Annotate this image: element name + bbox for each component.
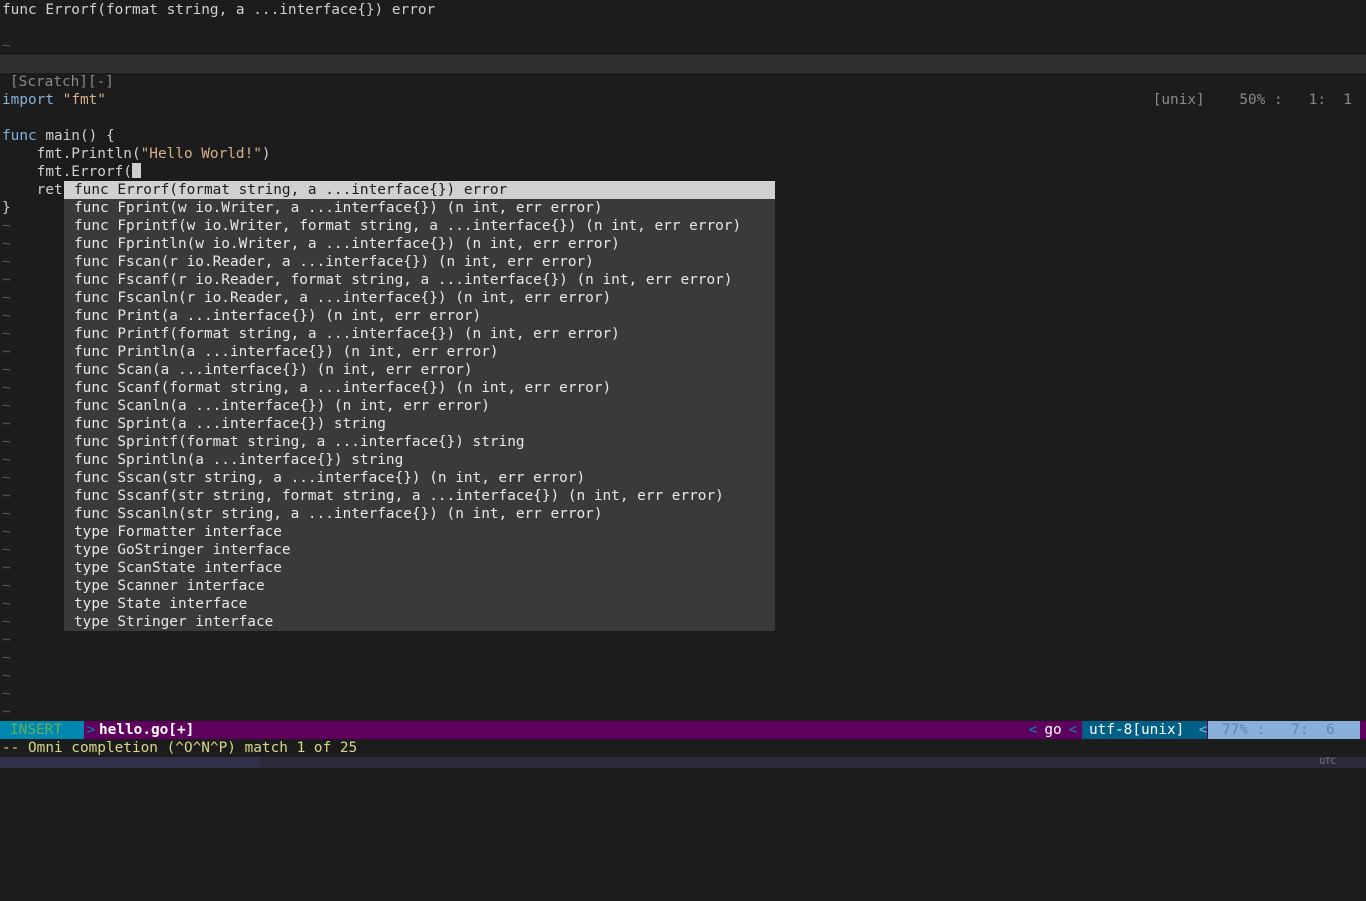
completion-item[interactable]: func Sprintf(format string, a ...interfa… xyxy=(64,433,775,451)
completion-item[interactable]: type Stringer interface xyxy=(64,613,775,631)
string-fmt: "fmt" xyxy=(62,92,106,108)
completion-item[interactable]: func Fscanf(r io.Reader, format string, … xyxy=(64,271,775,289)
println-close: ) xyxy=(261,146,271,162)
code-line-close: } xyxy=(2,200,11,216)
empty-line-tilde: ~ xyxy=(2,398,11,414)
empty-line-tilde: ~ xyxy=(2,506,11,522)
completion-item-selected[interactable]: func Errorf(format string, a ...interfac… xyxy=(64,181,775,199)
scratch-buffer-name: [Scratch][-] xyxy=(10,74,114,90)
filename: hello.go[+] xyxy=(99,722,195,738)
completion-item[interactable]: func Fprintln(w io.Writer, a ...interfac… xyxy=(64,235,775,253)
scratch-statusline[interactable]: [Scratch][-] [unix] 50% : 1: 1 xyxy=(0,55,1366,108)
taskbar-clock: UTC xyxy=(1319,757,1336,767)
string-hello: "Hello World!" xyxy=(140,146,262,162)
completion-item[interactable]: func Sscanln(str string, a ...interface{… xyxy=(64,505,775,523)
empty-line-tilde: ~ xyxy=(2,290,11,306)
completion-item[interactable]: type ScanState interface xyxy=(64,559,775,577)
scratch-position: [unix] 50% : 1: 1 xyxy=(1152,92,1352,108)
empty-line-tilde: ~ xyxy=(2,362,11,378)
completion-item[interactable]: func Sprintln(a ...interface{}) string xyxy=(64,451,775,469)
completion-item[interactable]: func Printf(format string, a ...interfac… xyxy=(64,325,775,343)
completion-item[interactable]: func Fprintf(w io.Writer, format string,… xyxy=(64,217,775,235)
empty-line-tilde: ~ xyxy=(2,686,11,702)
func-signature: main() { xyxy=(36,128,115,144)
completion-item[interactable]: func Scanln(a ...interface{}) (n int, er… xyxy=(64,397,775,415)
mode-indicator: INSERT xyxy=(0,721,84,739)
empty-line-tilde: ~ xyxy=(2,524,11,540)
separator-left: < xyxy=(1028,722,1038,738)
taskbar-apps[interactable] xyxy=(0,757,260,768)
command-line-message: -- Omni completion (^O^N^P) match 1 of 2… xyxy=(2,740,358,756)
println-call: fmt.Println( xyxy=(2,146,141,162)
separator-right: > xyxy=(86,722,96,738)
completion-item[interactable]: type Scanner interface xyxy=(64,577,775,595)
completion-item[interactable]: type State interface xyxy=(64,595,775,613)
empty-line-tilde: ~ xyxy=(2,452,11,468)
empty-line-tilde: ~ xyxy=(2,272,11,288)
code-line-import: import "fmt" xyxy=(2,91,106,109)
empty-line-tilde: ~ xyxy=(2,632,11,648)
keyword-import: import xyxy=(2,92,54,108)
preview-signature: func Errorf(format string, a ...interfac… xyxy=(2,2,436,18)
empty-line-tilde: ~ xyxy=(2,560,11,576)
completion-item[interactable]: func Sscanf(str string, format string, a… xyxy=(64,487,775,505)
completion-item[interactable]: func Scanf(format string, a ...interface… xyxy=(64,379,775,397)
completion-item[interactable]: type GoStringer interface xyxy=(64,541,775,559)
taskbar[interactable]: UTC xyxy=(0,757,1366,768)
empty-line-tilde: ~ xyxy=(2,380,11,396)
empty-line-tilde: ~ xyxy=(2,344,11,360)
empty-line-tilde: ~ xyxy=(2,668,11,684)
filetype: go xyxy=(1044,722,1062,738)
empty-line-tilde: ~ xyxy=(2,614,11,630)
completion-item[interactable]: func Sscan(str string, a ...interface{})… xyxy=(64,469,775,487)
statusline: INSERT > hello.go[+] < go < utf-8[unix] … xyxy=(0,721,1366,739)
code-line-func: func main() { xyxy=(2,127,115,145)
code-line-return: ret xyxy=(2,182,63,198)
empty-line-tilde: ~ xyxy=(2,650,11,666)
code-line-println: fmt.Println("Hello World!") xyxy=(2,145,271,163)
preview-tilde: ~ xyxy=(2,38,11,54)
completion-item[interactable]: func Scan(a ...interface{}) (n int, err … xyxy=(64,361,775,379)
keyword-func: func xyxy=(2,128,37,144)
empty-line-tilde: ~ xyxy=(2,254,11,270)
errorf-call: fmt.Errorf( xyxy=(2,164,132,180)
encoding: utf-8[unix] xyxy=(1082,721,1207,739)
empty-line-tilde: ~ xyxy=(2,218,11,234)
empty-line-tilde: ~ xyxy=(2,470,11,486)
text-cursor xyxy=(131,163,141,178)
empty-line-tilde: ~ xyxy=(2,326,11,342)
completion-item[interactable]: func Fscanln(r io.Reader, a ...interface… xyxy=(64,289,775,307)
completion-item[interactable]: func Print(a ...interface{}) (n int, err… xyxy=(64,307,775,325)
empty-line-tilde: ~ xyxy=(2,416,11,432)
completion-popup[interactable]: func Errorf(format string, a ...interfac… xyxy=(64,181,775,631)
empty-line-tilde: ~ xyxy=(2,542,11,558)
completion-item[interactable]: type Formatter interface xyxy=(64,523,775,541)
empty-line-tilde: ~ xyxy=(2,434,11,450)
empty-line-tilde: ~ xyxy=(2,578,11,594)
code-line-errorf: fmt.Errorf( xyxy=(2,163,141,181)
completion-item[interactable]: func Sprint(a ...interface{}) string xyxy=(64,415,775,433)
completion-item[interactable]: func Println(a ...interface{}) (n int, e… xyxy=(64,343,775,361)
completion-item[interactable]: func Fscan(r io.Reader, a ...interface{}… xyxy=(64,253,775,271)
empty-line-tilde: ~ xyxy=(2,488,11,504)
completion-item[interactable]: func Fprint(w io.Writer, a ...interface{… xyxy=(64,199,775,217)
empty-line-tilde: ~ xyxy=(2,236,11,252)
separator-left: < xyxy=(1068,722,1078,738)
empty-line-tilde: ~ xyxy=(2,596,11,612)
empty-line-tilde: ~ xyxy=(2,704,11,720)
cursor-position: 77% : 7: 6 xyxy=(1208,721,1360,739)
empty-line-tilde: ~ xyxy=(2,308,11,324)
